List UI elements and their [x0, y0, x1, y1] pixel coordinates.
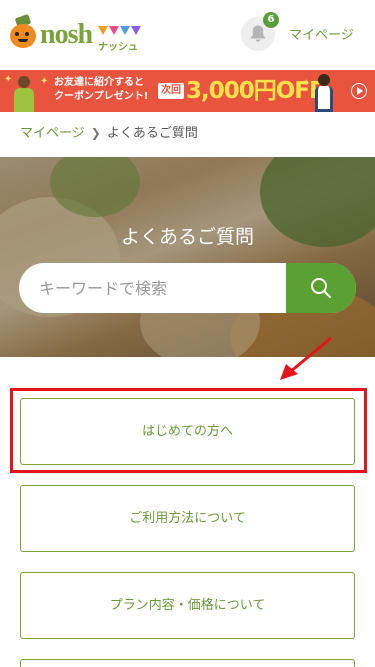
- search-button[interactable]: [286, 263, 356, 313]
- page-title: よくあるご質問: [120, 226, 254, 248]
- notification-count-badge: 6: [263, 12, 279, 28]
- faq-hero: よくあるご質問: [0, 157, 375, 357]
- hero-overlay: [0, 157, 375, 357]
- referral-campaign-banner[interactable]: ✦ ✦ お友達に紹介すると クーポンプレゼント! 次回 3,000円OFF ✦: [0, 70, 375, 112]
- logo-wordmark: nosh: [40, 19, 93, 50]
- chevron-right-icon: ❯: [90, 126, 101, 140]
- faq-category-beginners[interactable]: はじめての方へ: [20, 398, 355, 465]
- banner-line-1: お友達に紹介すると: [54, 77, 144, 88]
- faq-category-plans-pricing[interactable]: プラン内容・価格について: [20, 572, 355, 639]
- logo-katakana: ナッシュ: [98, 42, 138, 53]
- faq-search-box: [19, 263, 356, 313]
- pumpkin-icon: [10, 24, 36, 48]
- app-header: nosh ナッシュ 6 マイページ: [0, 0, 375, 68]
- annotation-arrow-icon: [280, 336, 332, 380]
- man-illustration-icon: [314, 74, 334, 112]
- woman-illustration-icon: [10, 76, 38, 112]
- faq-category-next[interactable]: [20, 659, 355, 667]
- sparkle-icon: ✦: [40, 76, 49, 87]
- banner-line-2: クーポンプレゼント!: [54, 91, 149, 102]
- banner-next-time-tag: 次回: [158, 83, 184, 99]
- bell-icon: [251, 25, 265, 42]
- sparkle-icon: ✦: [4, 74, 13, 85]
- search-icon: [311, 278, 331, 298]
- breadcrumb-mypage-link[interactable]: マイページ: [20, 126, 85, 141]
- bunting-flags-icon: [98, 20, 148, 35]
- nosh-logo[interactable]: nosh ナッシュ: [10, 13, 150, 54]
- faq-search-input[interactable]: [19, 263, 286, 313]
- breadcrumb: マイページ ❯ よくあるご質問: [20, 124, 198, 143]
- sparkle-icon: ✦: [302, 78, 311, 89]
- play-icon[interactable]: [351, 83, 367, 99]
- mypage-link[interactable]: マイページ: [289, 24, 354, 43]
- breadcrumb-current: よくあるご質問: [106, 126, 198, 141]
- faq-category-how-to-use[interactable]: ご利用方法について: [20, 485, 355, 552]
